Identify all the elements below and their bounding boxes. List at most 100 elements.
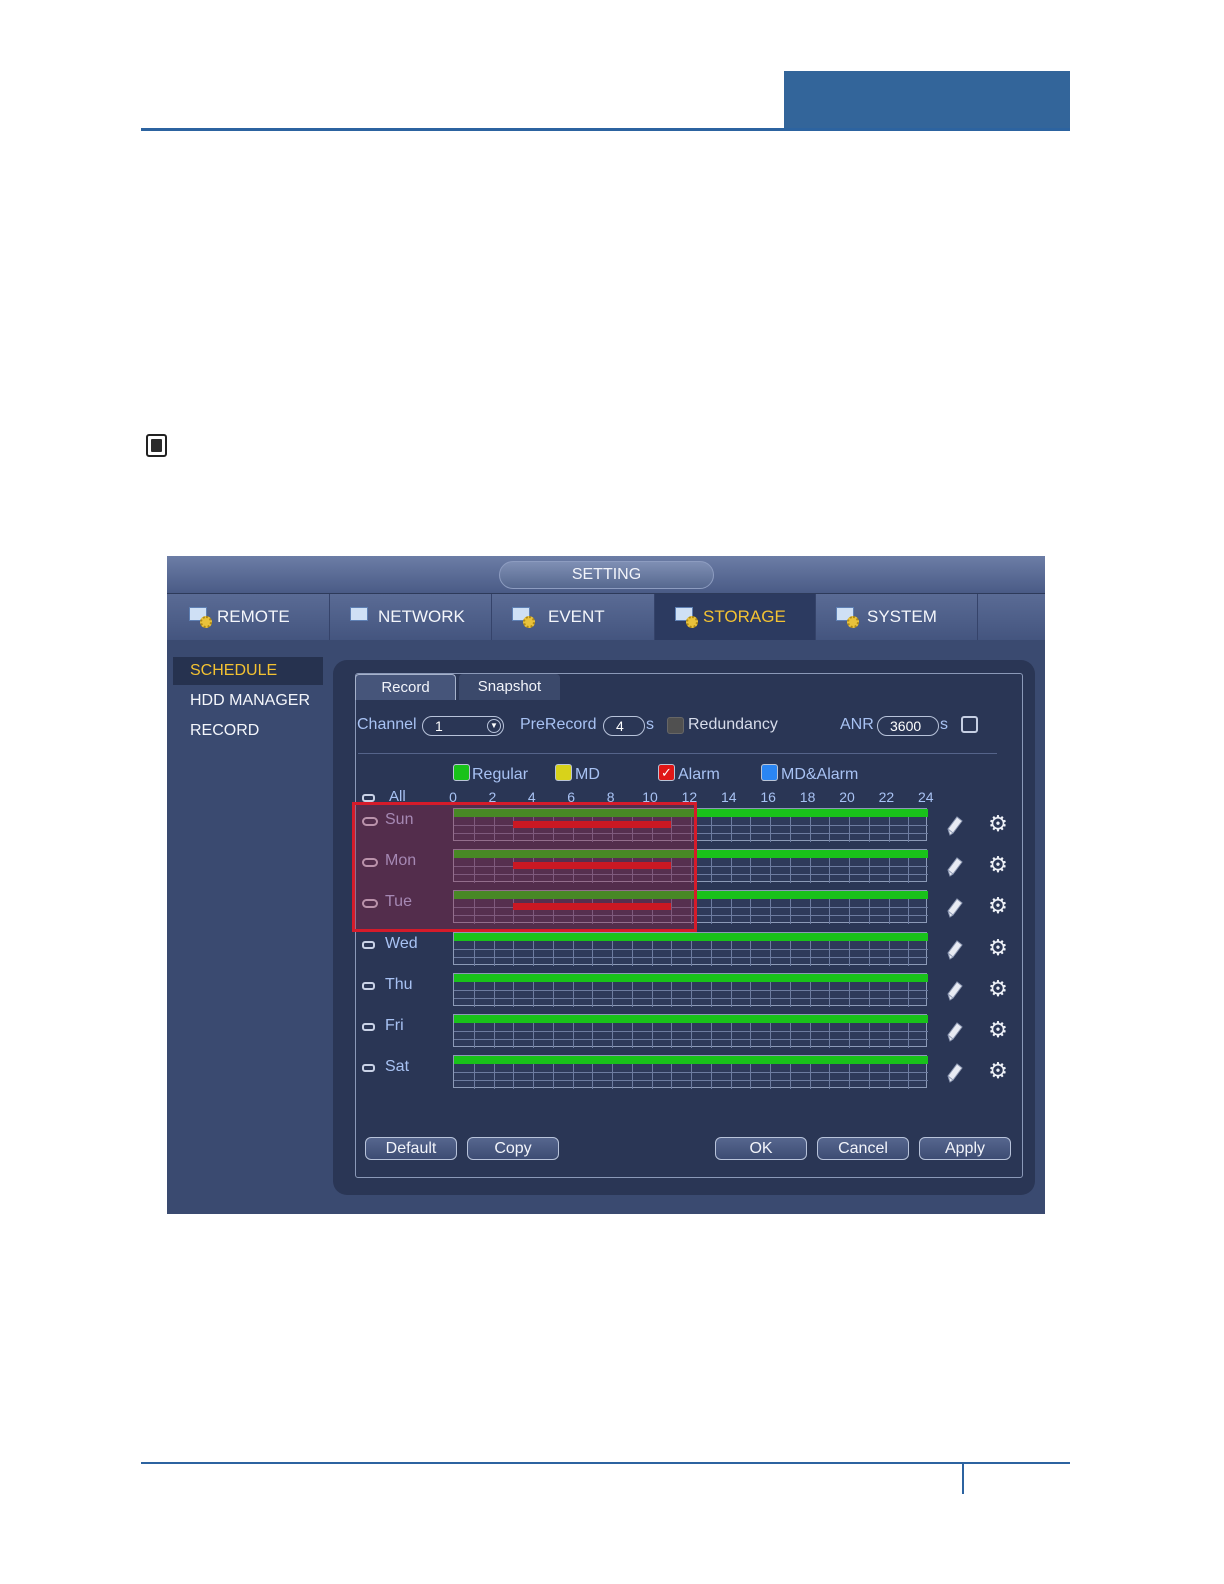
grid-line [454, 989, 928, 991]
copy-button[interactable]: Copy [467, 1137, 559, 1160]
gear-icon[interactable]: ⚙ [987, 813, 1009, 835]
network-icon [350, 605, 374, 629]
pencil-icon[interactable] [946, 856, 964, 878]
pencil-icon[interactable] [946, 1062, 964, 1084]
setting-window: SETTING REMOTE NETWORK EVENT STORAGE SYS… [167, 556, 1045, 1214]
tab-event-label: EVENT [548, 607, 605, 626]
day-label: Fri [385, 1017, 404, 1034]
gear-icon[interactable]: ⚙ [987, 895, 1009, 917]
grid-line [454, 1039, 928, 1040]
hour-tick-label: 14 [721, 789, 737, 805]
system-icon [836, 605, 860, 629]
legend-md-alarm-checkbox[interactable] [761, 764, 778, 781]
grid-line [454, 1080, 928, 1082]
regular-record-bar [454, 932, 928, 941]
gear-icon[interactable]: ⚙ [987, 977, 1009, 1000]
tab-network[interactable]: NETWORK [330, 594, 492, 640]
day-timeline[interactable] [453, 972, 928, 1007]
sidebar-item-record[interactable]: RECORD [173, 717, 323, 745]
grid-line [454, 1031, 928, 1032]
tab-storage[interactable]: STORAGE [655, 594, 816, 640]
tab-system-label: SYSTEM [867, 607, 937, 626]
redundancy-checkbox[interactable] [667, 717, 684, 734]
footer-rule [141, 1462, 1070, 1464]
manual-page: SETTING REMOTE NETWORK EVENT STORAGE SYS… [0, 0, 1224, 1584]
regular-record-bar [454, 1056, 928, 1065]
legend-md-label: MD [575, 766, 600, 783]
footer-tick [962, 1464, 964, 1494]
ok-button[interactable]: OK [715, 1137, 807, 1160]
channel-select[interactable]: 1 ▼ [422, 716, 504, 736]
cancel-button[interactable]: Cancel [817, 1137, 909, 1160]
main-tab-bar: REMOTE NETWORK EVENT STORAGE SYSTEM [167, 594, 1045, 640]
legend-md-alarm-label: MD&Alarm [781, 766, 859, 783]
prerecord-unit: s [646, 716, 654, 733]
event-icon [512, 605, 536, 629]
legend-regular-checkbox[interactable] [453, 764, 470, 781]
sidebar-item-hdd-manager[interactable]: HDD MANAGER [173, 687, 323, 715]
pencil-icon[interactable] [946, 939, 964, 961]
header-rule [141, 128, 1070, 131]
day-label: Thu [385, 975, 413, 993]
day-timeline[interactable] [453, 931, 928, 966]
highlight-box [352, 802, 697, 932]
legend-alarm-label: Alarm [678, 766, 720, 783]
redundancy-label: Redundancy [688, 716, 778, 733]
gear-icon[interactable]: ⚙ [987, 936, 1009, 959]
day-label: Wed [385, 934, 418, 952]
note-bullet-icon [146, 434, 167, 457]
grid-line [454, 997, 928, 999]
divider [358, 753, 997, 754]
grid-line [454, 956, 928, 958]
channel-value: 1 [435, 718, 443, 734]
tab-network-label: NETWORK [378, 607, 465, 626]
gear-icon[interactable]: ⚙ [987, 1060, 1009, 1082]
unlink-icon[interactable] [362, 981, 375, 990]
prerecord-input[interactable]: 4 [603, 716, 645, 736]
unlink-icon[interactable] [362, 1064, 375, 1073]
legend-alarm-checkbox[interactable]: ✓ [658, 764, 675, 781]
remote-gear-icon [189, 605, 213, 629]
pencil-icon[interactable] [946, 897, 964, 919]
unlink-icon[interactable] [362, 940, 375, 949]
gear-icon[interactable]: ⚙ [987, 854, 1009, 876]
pencil-icon[interactable] [946, 980, 964, 1002]
hour-tick-label: 22 [878, 789, 895, 805]
tab-system[interactable]: SYSTEM [816, 594, 978, 640]
default-button[interactable]: Default [365, 1137, 457, 1160]
tab-snapshot[interactable]: Snapshot [459, 674, 560, 700]
day-label: Sat [385, 1058, 410, 1076]
gear-icon[interactable]: ⚙ [987, 1019, 1009, 1041]
unlink-icon[interactable] [362, 1023, 375, 1031]
hour-tick-label: 20 [839, 789, 855, 805]
pencil-icon[interactable] [946, 1021, 964, 1043]
channel-label: Channel [357, 716, 417, 733]
all-toggle-icon[interactable] [362, 794, 375, 802]
apply-button[interactable]: Apply [919, 1137, 1011, 1160]
tab-event[interactable]: EVENT [492, 594, 655, 640]
prerecord-label: PreRecord [520, 716, 597, 733]
anr-label: ANR [840, 716, 874, 733]
grid-line [454, 1072, 928, 1074]
legend-regular-label: Regular [472, 766, 529, 783]
sidebar-item-schedule[interactable]: SCHEDULE [173, 657, 323, 685]
regular-record-bar [454, 973, 928, 982]
header-block [784, 71, 1070, 131]
anr-input[interactable]: 3600 [877, 716, 939, 736]
tab-remote[interactable]: REMOTE [167, 594, 330, 640]
hour-tick-label: 18 [799, 789, 816, 805]
day-timeline[interactable] [453, 1014, 928, 1048]
grid-line [454, 948, 928, 950]
anr-unit: s [940, 716, 948, 733]
anr-checkbox[interactable] [961, 716, 978, 733]
legend-md-checkbox[interactable] [555, 764, 572, 781]
tab-remote-label: REMOTE [217, 607, 290, 626]
day-timeline[interactable] [453, 1055, 928, 1090]
window-title: SETTING [499, 561, 714, 589]
regular-record-bar [454, 1015, 928, 1023]
chevron-down-icon[interactable]: ▼ [487, 719, 501, 733]
tab-record[interactable]: Record [355, 674, 456, 700]
pencil-icon[interactable] [946, 815, 964, 837]
hour-tick-label: 24 [918, 789, 934, 805]
storage-icon [675, 605, 699, 629]
